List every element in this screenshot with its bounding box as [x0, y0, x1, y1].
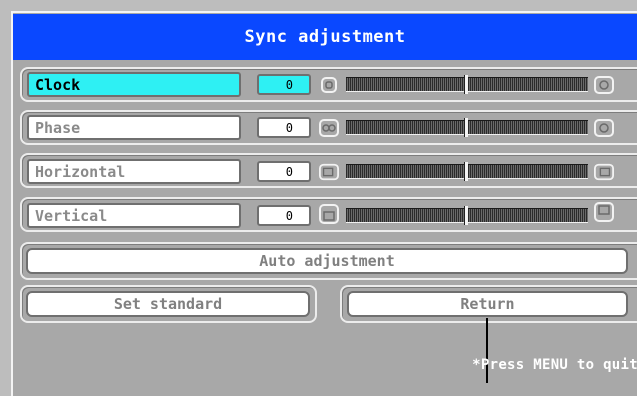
horizontal-value: 0 [257, 161, 311, 182]
return-button[interactable]: Return [347, 291, 628, 317]
phase-slider[interactable] [346, 118, 588, 137]
horizontal-slider-center-tick [464, 162, 468, 181]
move-down-icon [319, 204, 339, 224]
clock-value: 0 [257, 74, 311, 95]
move-left-icon [319, 162, 339, 182]
phase-low-icon [319, 118, 339, 138]
phase-high-icon [594, 118, 614, 138]
vertical-slider[interactable] [346, 206, 588, 225]
phase-label[interactable]: Phase [27, 115, 241, 140]
horizontal-slider[interactable] [346, 162, 588, 181]
vertical-value: 0 [257, 205, 311, 226]
phase-value: 0 [257, 117, 311, 138]
clock-low-icon [319, 75, 339, 95]
set-standard-button[interactable]: Set standard [26, 291, 310, 317]
clock-slider-center-tick [464, 75, 468, 94]
auto-adjustment-button[interactable]: Auto adjustment [26, 248, 628, 274]
menu-title: Sync adjustment [13, 14, 637, 60]
move-right-icon [594, 162, 614, 182]
clock-label[interactable]: Clock [27, 72, 241, 97]
horizontal-label[interactable]: Horizontal [27, 159, 241, 184]
mouse-pointer [486, 318, 488, 383]
vertical-label[interactable]: Vertical [27, 203, 241, 228]
clock-slider[interactable] [346, 75, 588, 94]
move-up-icon [594, 202, 614, 222]
phase-slider-center-tick [464, 118, 468, 137]
quit-hint: *Press MENU to quit [472, 357, 637, 373]
vertical-slider-center-tick [464, 206, 468, 225]
clock-high-icon [594, 75, 614, 95]
